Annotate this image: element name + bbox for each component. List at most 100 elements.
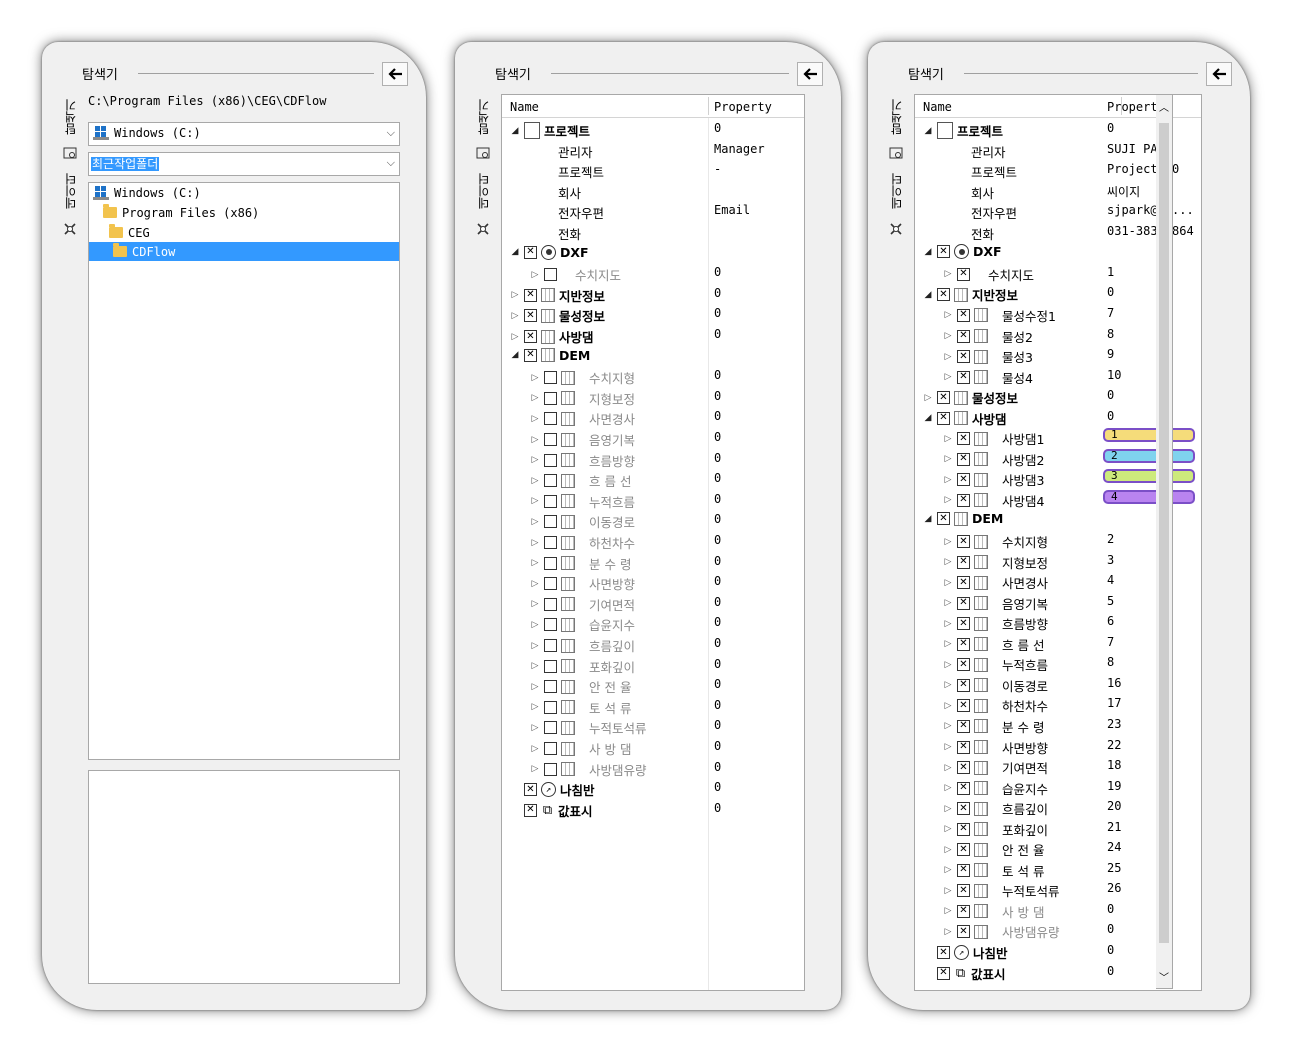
property-value[interactable]: 16 [1107,676,1121,690]
color-swatch-badge[interactable]: 4 [1103,489,1195,504]
layer-checkbox[interactable] [957,267,970,281]
property-value[interactable]: 0 [714,451,721,465]
collapse-triangle-icon[interactable]: ◢ [510,350,520,360]
property-value[interactable]: 0 [714,471,721,485]
layer-checkbox[interactable] [937,946,950,959]
property-value[interactable]: 0 [1107,964,1114,978]
property-value[interactable]: 5 [1107,594,1114,608]
tree-row[interactable]: ▷ 분 수 령 0 [502,551,804,572]
expand-triangle-icon[interactable]: ▷ [530,641,540,651]
property-value[interactable]: sjpark@ce... [1107,203,1194,217]
layer-checkbox[interactable] [957,370,970,384]
property-value[interactable]: 0 [714,677,721,691]
vertical-scrollbar[interactable]: ︿ ﹀ [1156,94,1173,989]
layer-checkbox[interactable] [957,884,970,898]
layer-checkbox[interactable] [524,783,537,797]
data-tab-icon[interactable] [60,216,80,242]
tree-row[interactable]: ▷ 기여면적 0 [502,592,804,613]
layer-checkbox[interactable] [957,904,970,918]
expand-triangle-icon[interactable]: ▷ [530,723,540,733]
layer-checkbox[interactable] [524,309,537,323]
expand-triangle-icon[interactable]: ▷ [510,332,520,342]
property-value[interactable]: 0 [714,554,721,568]
property-value[interactable]: 0 [714,698,721,712]
expand-triangle-icon[interactable]: ▷ [943,639,953,649]
expand-triangle-icon[interactable]: ▷ [943,701,953,711]
color-swatch-badge[interactable]: 2 [1103,448,1195,463]
collapse-triangle-icon[interactable]: ◢ [923,514,933,524]
expand-triangle-icon[interactable]: ▷ [530,682,540,692]
property-value[interactable]: - [714,162,721,176]
layer-checkbox[interactable] [544,721,557,735]
layer-checkbox[interactable] [544,453,557,467]
layer-checkbox[interactable] [544,618,557,632]
property-value[interactable]: 0 [714,121,721,135]
expand-triangle-icon[interactable]: ▷ [530,620,540,630]
property-value[interactable]: 031-383-6864 [1107,224,1194,238]
property-value[interactable]: 7 [1107,635,1114,649]
property-value[interactable]: 21 [1107,820,1121,834]
expand-triangle-icon[interactable]: ▷ [510,290,520,300]
property-value[interactable]: 19 [1107,779,1121,793]
layer-checkbox[interactable] [957,678,970,692]
scroll-up-icon[interactable]: ︿ [1156,99,1172,114]
expand-triangle-icon[interactable]: ▷ [943,475,953,485]
tree-row[interactable]: ◢ DXF [502,242,804,263]
layer-checkbox[interactable] [544,474,557,488]
layer-checkbox[interactable] [544,639,557,652]
expand-triangle-icon[interactable]: ▷ [530,538,540,548]
property-value[interactable]: 3 [1107,553,1114,567]
tree-row[interactable]: ▷ 누적토석류 0 [502,715,804,736]
tree-row[interactable]: ◢ DEM [502,345,804,366]
property-value[interactable]: 2 [1107,532,1114,546]
property-value[interactable]: 0 [714,368,721,382]
tree-row[interactable]: ▷ 사면방향 0 [502,571,804,592]
property-value[interactable]: 0 [714,265,721,279]
layer-checkbox[interactable] [957,925,970,939]
expand-triangle-icon[interactable]: ▷ [943,845,953,855]
tree-row[interactable]: ▷ 지반정보 0 [502,283,804,304]
layer-checkbox[interactable] [957,308,970,322]
property-value[interactable]: 17 [1107,696,1121,710]
layer-checkbox[interactable] [524,803,537,817]
expand-triangle-icon[interactable]: ▷ [943,537,953,547]
expand-triangle-icon[interactable]: ▷ [530,270,540,280]
tree-row[interactable]: ▷ 흐름방향 0 [502,448,804,469]
property-value[interactable]: 7 [1107,306,1114,320]
layer-checkbox[interactable] [957,617,970,631]
tree-row[interactable]: ⧉ 값표시 0 [502,798,804,819]
collapse-triangle-icon[interactable]: ◢ [510,247,520,257]
expand-triangle-icon[interactable]: ▷ [510,311,520,321]
tree-row[interactable]: ▷ 음영기복 0 [502,427,804,448]
tree-row[interactable]: 관리자 Manager [502,139,804,160]
tree-row[interactable]: ◢ 프로젝트 0 [502,118,804,139]
tree-item-folder[interactable]: Program Files (x86) [89,203,399,222]
layer-checkbox[interactable] [524,330,537,343]
scrollbar-thumb[interactable] [1159,123,1169,943]
property-value[interactable]: 0 [1107,943,1114,957]
property-value[interactable]: 0 [714,780,721,794]
property-value[interactable]: Manager [714,142,765,156]
property-value[interactable]: 0 [714,739,721,753]
property-value[interactable]: 0 [714,409,721,423]
tree-row[interactable]: ▷ 사면경사 0 [502,406,804,427]
expand-triangle-icon[interactable]: ▷ [530,702,540,712]
tree-row[interactable]: ▷ 물성정보 0 [502,303,804,324]
layer-checkbox[interactable] [957,740,970,754]
tree-row[interactable]: ▷ 사 방 댐 0 [502,736,804,757]
collapse-button[interactable] [797,62,823,86]
collapse-button[interactable] [1206,62,1232,86]
collapse-triangle-icon[interactable]: ◢ [923,247,933,257]
layer-checkbox[interactable] [937,411,950,425]
expand-triangle-icon[interactable]: ▷ [943,578,953,588]
layer-checkbox[interactable] [957,802,970,816]
layer-checkbox[interactable] [544,391,557,405]
collapse-triangle-icon[interactable]: ◢ [923,290,933,300]
expand-triangle-icon[interactable]: ▷ [943,783,953,793]
property-value[interactable]: 0 [1107,902,1114,916]
property-value[interactable]: 0 [714,389,721,403]
layer-checkbox[interactable] [957,781,970,795]
layer-checkbox[interactable] [544,268,557,282]
layer-checkbox[interactable] [544,494,557,508]
layer-checkbox[interactable] [524,288,537,302]
